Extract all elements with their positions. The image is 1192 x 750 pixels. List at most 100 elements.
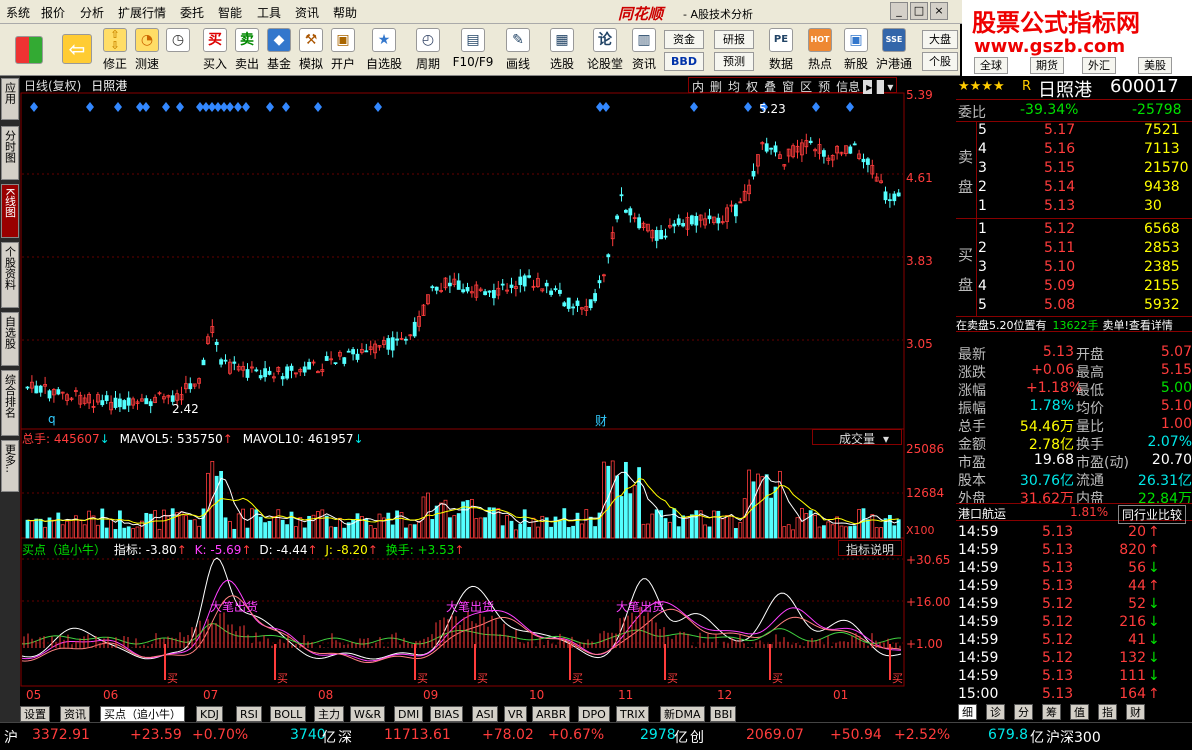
toolbar-button-sell[interactable]: 卖 卖出 [232,26,262,74]
rtab-index[interactable]: 指 [1098,704,1117,720]
r-badge[interactable]: R [1022,79,1031,94]
maximize-icon[interactable]: □ [910,2,928,20]
toolbar-button-screen[interactable]: ▦ 选股 [544,26,580,74]
ask-row[interactable]: 4 5.16 7113 [978,141,1190,159]
bid-row[interactable]: 1 5.12 6568 [978,221,1190,239]
global-button[interactable]: 全球 [974,57,1008,74]
futures-button[interactable]: 期货 [1030,57,1064,74]
toolbar-button-fund[interactable]: ◆ 基金 [264,26,294,74]
market-dropdown[interactable]: 大盘 [922,30,958,49]
sh-index[interactable]: 3372.91 [32,727,90,743]
cy-index[interactable]: 2069.07 [746,727,804,743]
funds-dropdown[interactable]: 资金 [664,30,704,49]
toolbar-button-watchlist[interactable]: ★ 自选股 [365,26,403,74]
chart-tool-button[interactable]: 权 [743,80,761,94]
menu-info[interactable]: 资讯 [295,4,319,21]
minimize-icon[interactable]: _ [890,2,908,20]
ask-row[interactable]: 1 5.13 30 [978,198,1190,216]
bid-row[interactable]: 2 5.11 2853 [978,240,1190,258]
menu-analysis[interactable]: 分析 [80,4,104,21]
indicator-tab[interactable]: KDJ [196,706,223,722]
menu-order[interactable]: 委托 [180,4,204,21]
order-notice[interactable]: 在卖盘5.20位置有 13622手 卖单!查看详情 [956,316,1192,332]
layout-button[interactable] [12,26,46,74]
bid-row[interactable]: 4 5.09 2155 [978,278,1190,296]
rtab-finance[interactable]: 财 [1126,704,1145,720]
indicator-tab[interactable]: 主力 [314,706,344,722]
industry-row[interactable]: 港口航运 1.81% 同行业比较 [956,503,1192,524]
bid-row[interactable]: 5 5.08 5932 [978,297,1190,311]
indicator-tab[interactable]: BIAS [430,706,464,722]
toolbar-button-speedtest[interactable]: ◔ 测速 [132,26,162,74]
close-icon[interactable]: × [930,2,948,20]
side-tab-more[interactable]: 更多.. [1,440,19,492]
rtab-diagnose[interactable]: 诊 [986,704,1005,720]
indicator-help-button[interactable]: 指标说明 [838,540,902,557]
toolbar-button-hot[interactable]: HOT 热点 [804,26,836,74]
chart-tool-button[interactable]: 窗 [779,80,797,94]
research-dropdown[interactable]: 研报 [714,30,754,49]
chart-tool-button[interactable]: 信息 [833,80,863,94]
us-stock-button[interactable]: 美股 [1138,57,1172,74]
rtab-chips[interactable]: 筹 [1042,704,1061,720]
toolbar-button-buy[interactable]: 买 买入 [200,26,230,74]
ask-row[interactable]: 3 5.15 21570 [978,160,1190,178]
chart-tool-button[interactable]: 内 [689,80,707,94]
menu-help[interactable]: 帮助 [333,4,357,21]
indicator-tab[interactable]: W&R [350,706,386,722]
menu-system[interactable]: 系统 [6,4,30,21]
side-tab-watchlist[interactable]: 自选股 [1,312,19,366]
menu-ext-quote[interactable]: 扩展行情 [118,4,166,21]
chart-tool-button[interactable]: 均 [725,80,743,94]
chart-expand-icon[interactable]: ▸▌ [863,80,885,94]
side-tab-apps[interactable]: 应用 [1,78,19,120]
sz-index[interactable]: 11713.61 [384,727,451,743]
industry-compare-button[interactable]: 同行业比较 [1118,505,1187,524]
indicator-tab[interactable]: ARBR [532,706,571,722]
indicator-tab[interactable]: VR [504,706,528,722]
toolbar-button-forum[interactable]: 论 论股堂 [586,26,624,74]
chart-tool-button[interactable]: 删 [707,80,725,94]
toolbar-button-draw[interactable]: ✎ 画线 [500,26,536,74]
forex-button[interactable]: 外汇 [1082,57,1116,74]
rtab-minute[interactable]: 分 [1014,704,1033,720]
toolbar-button-clock[interactable]: ◷ [164,26,192,74]
ask-row[interactable]: 5 5.17 7521 [978,122,1190,140]
indicator-tab[interactable]: 设置 [20,706,50,722]
ask-row[interactable]: 2 5.14 9438 [978,179,1190,197]
toolbar-button-f10[interactable]: ▤ F10/F9 [452,26,494,74]
toolbar-button-news[interactable]: ▥ 资讯 [628,26,660,74]
bbd-button[interactable]: BBD [664,52,704,71]
toolbar-button-simulate[interactable]: ⚒ 模拟 [296,26,326,74]
side-tab-timeshare[interactable]: 分时图 [1,126,19,180]
indicator-tab[interactable]: BOLL [270,706,307,722]
side-tab-ranking[interactable]: 综合排名 [1,370,19,436]
toolbar-button-open-account[interactable]: ▣ 开户 [328,26,358,74]
side-tab-kline[interactable]: K线图 [1,184,19,238]
indicator-tab[interactable]: TRIX [616,706,650,722]
rtab-detail[interactable]: 细 [958,704,977,720]
bid-row[interactable]: 3 5.10 2385 [978,259,1190,277]
toolbar-button-new-stock[interactable]: ▣ 新股 [840,26,872,74]
toolbar-button-correct[interactable]: ⇧ ⇩ 修正 [100,26,130,74]
indicator-tab[interactable]: DPO [578,706,610,722]
stock-button[interactable]: 个股 [922,52,958,71]
indicator-tab[interactable]: DMI [394,706,424,722]
event-marker-finance[interactable]: 财 [595,412,607,429]
indicator-tab[interactable]: 资讯 [60,706,90,722]
chevron-down-icon[interactable]: ▾ [884,80,896,94]
notice-link[interactable]: 卖单!查看详情 [1103,319,1173,331]
menu-smart[interactable]: 智能 [218,4,242,21]
indicator-tab[interactable]: BBI [710,706,737,722]
toolbar-button-sh-hk[interactable]: SSE 沪港通 [874,26,914,74]
menu-quote[interactable]: 报价 [41,4,65,21]
side-tab-profile[interactable]: 个股资料 [1,242,19,308]
toolbar-button-period[interactable]: ◴ 周期 [410,26,446,74]
rtab-value[interactable]: 值 [1070,704,1089,720]
indicator-tab[interactable]: RSI [236,706,262,722]
back-button[interactable]: ⇦ [60,26,94,74]
menu-tools[interactable]: 工具 [257,4,281,21]
volume-indicator-select[interactable]: 成交量 ▾ [812,429,902,446]
indicator-tab-active[interactable]: 买点（追小牛） [100,706,185,722]
chart-tool-button[interactable]: 区 [797,80,815,94]
